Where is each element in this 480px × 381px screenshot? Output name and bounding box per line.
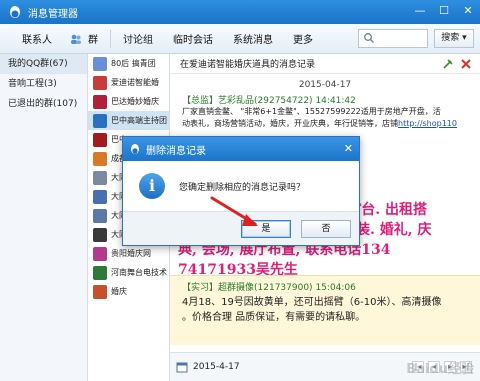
tab-groups-label: 群 (88, 35, 98, 46)
tab-more[interactable]: 更多 (283, 31, 323, 46)
group-avatar-icon (93, 132, 107, 147)
group-icon (71, 34, 81, 44)
group-avatar-icon (93, 94, 107, 109)
message-body: 厂家直销金鳖、 "非常6+1金鳖"、15527599222适用于房地产开盘，活 … (170, 106, 480, 130)
yes-button[interactable]: 是 (241, 220, 291, 238)
main-toolbar: 联系人 群 讨论组 临时会话 系统消息 更多 搜索 ▾ (0, 24, 480, 54)
dialog-title-bar: 删除消息记录 (123, 137, 359, 161)
qq-penguin-icon (10, 6, 20, 18)
shop-link[interactable]: http://shop110 (398, 119, 457, 128)
window-title: 消息管理器 (28, 8, 78, 20)
maximize-icon[interactable]: ☐ (436, 3, 452, 19)
minimize-icon[interactable]: — (412, 3, 428, 19)
dialog-footer: 是 否 (123, 211, 359, 245)
search-icon (364, 33, 374, 43)
group-list-item[interactable]: 贵阳婚庆网 (88, 244, 169, 263)
group-avatar-icon (93, 170, 107, 185)
message-line: 4月18、19号因故黄单，还可出摇臂（6-10米）、高清摄像 (182, 297, 442, 308)
group-name: 巴中高端主持团 (111, 116, 167, 125)
group-name: 贵阳婚庆网 (111, 249, 151, 258)
sender-tag: 【总监】 (182, 96, 219, 106)
group-name: 80后 搞青团 (111, 59, 156, 68)
message-item-highlighted: 【实习】超群摄像(121737900) 15:04:06 4月18、19号因故黄… (170, 275, 480, 345)
watermark: Baidu经验 (406, 362, 474, 377)
qq-penguin-icon (131, 144, 139, 154)
toolbar-divider (110, 29, 111, 48)
group-avatar-icon (93, 75, 107, 90)
calendar-icon[interactable] (176, 361, 188, 373)
category-my-groups[interactable]: 我的QQ群(67) (0, 54, 87, 74)
group-list-item[interactable]: 巴达婚妙婚庆 (88, 92, 169, 111)
group-avatar-icon (93, 246, 107, 261)
group-category-panel: 我的QQ群(67) 音响工程(3) 已退出的群(107) (0, 54, 88, 381)
group-avatar-icon (93, 151, 107, 166)
tab-groups[interactable]: 群 (64, 31, 108, 46)
group-name: 婚庆 (111, 287, 127, 296)
group-name: 巴达婚妙婚庆 (111, 97, 159, 106)
group-avatar-icon (93, 56, 107, 71)
group-list-item[interactable]: 80后 搞青团 (88, 54, 169, 73)
tab-discussion[interactable]: 讨论组 (113, 31, 163, 46)
dialog-close-icon[interactable]: ✕ (344, 142, 353, 155)
sender-name[interactable]: 艺彩乱品(292754722) (218, 96, 313, 106)
group-list-item[interactable]: 巴中高端主持团 (88, 111, 169, 130)
content-header-title: 在爱迪诺智能婚庆道具的消息记录 (180, 60, 316, 70)
no-button[interactable]: 否 (301, 220, 351, 238)
delete-icon[interactable] (460, 58, 472, 70)
dialog-message: 您确定删除相应的消息记录吗？ (179, 182, 306, 193)
group-list-item[interactable]: 河南舞台电技术 (88, 263, 169, 282)
message-header: 【实习】超群摄像(121737900) 15:04:06 (170, 276, 480, 295)
tab-system-msg[interactable]: 系统消息 (223, 31, 283, 46)
group-name: 爱迪诺智能婚 (111, 78, 159, 87)
tab-contacts[interactable]: 联系人 (0, 31, 64, 46)
message-line: 。价格合理 品质保证，有需要的请私聊。 (182, 312, 366, 323)
dialog-title: 删除消息记录 (146, 145, 206, 157)
message-line: 动表礼，商场营销活动，婚庆，开业庆典，年行促销等，店铺http://shop11… (182, 118, 472, 130)
group-avatar-icon (93, 265, 107, 280)
content-header: 在爱迪诺智能婚庆道具的消息记录 (170, 54, 480, 74)
message-header: 【总监】艺彩乱品(292754722) 14:41:42 (170, 93, 480, 106)
group-list-item[interactable]: 婚庆 (88, 282, 169, 301)
info-icon: i (139, 173, 165, 199)
search-input[interactable] (358, 29, 428, 48)
message-time: 15:04:06 (315, 283, 356, 293)
group-avatar-icon (93, 113, 107, 128)
status-date: 2015-4-17 (193, 362, 240, 372)
group-avatar-icon (93, 227, 107, 242)
window-controls: — ☐ ✕ (412, 3, 476, 19)
group-avatar-icon (93, 284, 107, 299)
pin-icon[interactable] (442, 58, 454, 70)
message-line-text: 动表礼，商场营销活动，婚庆，开业庆典，年行促销等，店铺 (182, 119, 398, 128)
group-avatar-icon (93, 189, 107, 204)
sender-name[interactable]: 超群摄像(121737900) (218, 283, 313, 293)
date-separator: 2015-04-17 (298, 80, 352, 90)
close-icon[interactable]: ✕ (460, 3, 476, 19)
message-line: 厂家直销金鳖、 "非常6+1金鳖"、15527599222适用于房地产开盘，活 (182, 107, 441, 116)
delete-confirm-dialog: 删除消息记录 ✕ i 您确定删除相应的消息记录吗？ 是 否 (122, 136, 360, 246)
sender-tag: 【实习】 (182, 283, 219, 293)
tab-temp-chat[interactable]: 临时会话 (163, 31, 223, 46)
category-exited-groups[interactable]: 已退出的群(107) (0, 94, 87, 114)
group-name: 河南舞台电技术 (111, 268, 167, 277)
dialog-body: i 您确定删除相应的消息记录吗？ (123, 161, 359, 211)
category-audio-engineering[interactable]: 音响工程(3) (0, 74, 87, 94)
title-bar: 消息管理器 — ☐ ✕ (0, 0, 480, 24)
group-avatar-icon (93, 208, 107, 223)
search-button[interactable]: 搜索 ▾ (434, 29, 474, 48)
group-list-item[interactable]: 爱迪诺智能婚 (88, 73, 169, 92)
message-time: 14:41:42 (315, 96, 356, 106)
